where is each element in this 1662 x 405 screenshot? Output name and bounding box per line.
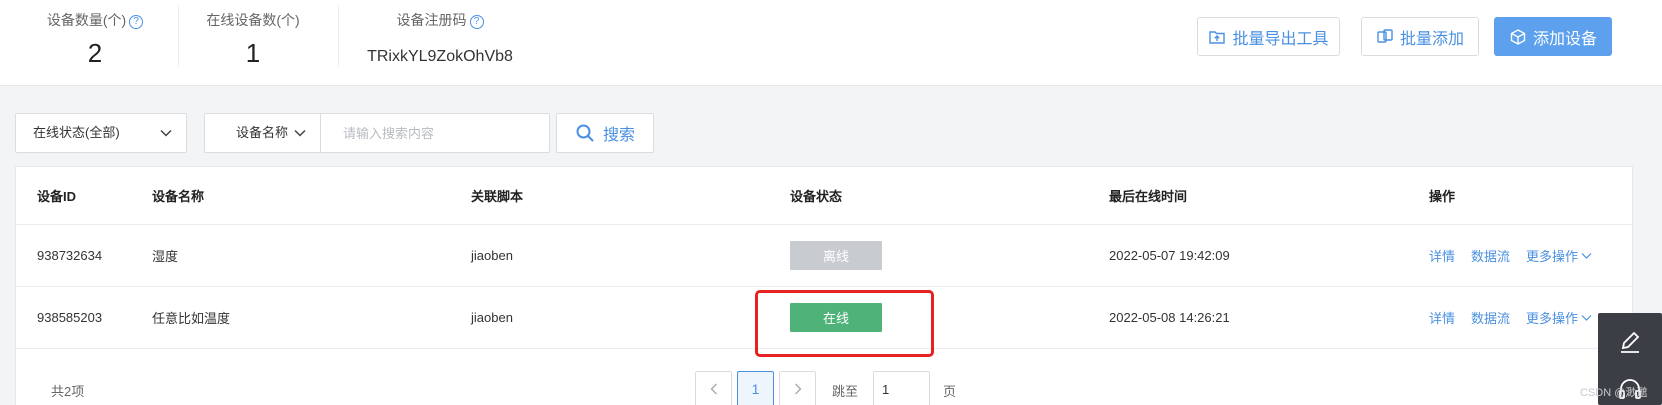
table-row: 938732634 湿度 jiaoben 离线 2022-05-07 19:42… [16, 225, 1632, 287]
chevron-down-icon [1581, 314, 1592, 321]
stat-device-count: 设备数量(个)? 2 [40, 0, 150, 86]
column-header-actions: 操作 [1429, 189, 1456, 204]
device-script: jiaoben [471, 310, 513, 325]
table-header: 设备ID 设备名称 关联脚本 设备状态 最后在线时间 操作 [16, 167, 1632, 225]
detail-link[interactable]: 详情 [1429, 246, 1455, 265]
more-actions-dropdown[interactable]: 更多操作 [1526, 308, 1592, 327]
help-icon[interactable]: ? [469, 15, 484, 29]
column-header-last-online: 最后在线时间 [1109, 189, 1188, 204]
data-stream-link[interactable]: 数据流 [1471, 308, 1510, 327]
device-name: 湿度 [152, 249, 179, 264]
batch-export-label: 批量导出工具 [1232, 30, 1329, 48]
column-header-id: 设备ID [37, 189, 77, 204]
search-input[interactable] [322, 114, 549, 152]
chevron-right-icon [794, 383, 801, 395]
divider [338, 6, 339, 66]
stat-reg-code: 设备注册码? TRixkYL9ZokOhVb8 [350, 0, 530, 86]
jump-page-input[interactable] [873, 371, 930, 405]
column-header-status: 设备状态 [790, 189, 843, 204]
divider [178, 6, 179, 66]
jump-label: 跳至 [832, 384, 859, 399]
device-count-label: 设备数量(个) [46, 12, 127, 28]
batch-add-button[interactable]: 批量添加 [1361, 17, 1479, 56]
more-actions-label: 更多操作 [1526, 311, 1579, 326]
online-count-value: 1 [245, 38, 261, 68]
page-suffix-label: 页 [943, 384, 957, 399]
search-group: 设备名称 [204, 113, 550, 153]
column-header-script: 关联脚本 [471, 189, 524, 204]
last-online-time: 2022-05-07 19:42:09 [1109, 248, 1230, 263]
watermark: CSDN @渺邈 [1580, 387, 1648, 399]
search-type-select[interactable]: 设备名称 [205, 114, 321, 152]
total-count: 共2项 [51, 384, 85, 399]
chevron-down-icon [1581, 252, 1592, 259]
status-badge: 在线 [790, 303, 882, 332]
chevron-down-icon [294, 129, 306, 137]
online-count-label: 在线设备数(个) [206, 12, 300, 28]
device-script: jiaoben [471, 248, 513, 263]
folder-upload-icon [1209, 30, 1226, 44]
status-badge: 离线 [790, 241, 882, 270]
add-device-button[interactable]: 添加设备 [1494, 17, 1612, 56]
table-row: 938585203 任意比如温度 jiaoben 在线 2022-05-08 1… [16, 287, 1632, 349]
last-online-time: 2022-05-08 14:26:21 [1109, 310, 1230, 325]
search-icon [576, 124, 594, 142]
chevron-down-icon [160, 129, 172, 137]
reg-code-value: TRixkYL9ZokOhVb8 [367, 48, 513, 65]
prev-page-button[interactable] [695, 371, 732, 405]
add-device-label: 添加设备 [1532, 30, 1597, 48]
row-actions: 详情 数据流 更多操作 [1429, 287, 1592, 348]
batch-add-label: 批量添加 [1399, 30, 1464, 48]
device-id: 938585203 [37, 310, 103, 325]
column-header-name: 设备名称 [152, 189, 205, 204]
batch-export-button[interactable]: 批量导出工具 [1197, 17, 1340, 56]
row-actions: 详情 数据流 更多操作 [1429, 225, 1592, 286]
more-actions-dropdown[interactable]: 更多操作 [1526, 246, 1592, 265]
stats-bar: 设备数量(个)? 2 在线设备数(个) 1 设备注册码? TRixkYL9Zok… [0, 0, 1662, 86]
edit-icon[interactable] [1616, 328, 1644, 356]
search-button[interactable]: 搜索 [556, 113, 654, 153]
search-type-value: 设备名称 [236, 125, 289, 140]
reg-code-label: 设备注册码 [396, 12, 467, 28]
help-icon[interactable]: ? [129, 15, 144, 29]
chevron-left-icon [710, 383, 717, 395]
stat-online-count: 在线设备数(个) 1 [198, 0, 308, 86]
search-button-label: 搜索 [602, 127, 635, 144]
page-button[interactable]: 1 [737, 371, 774, 405]
cube-icon [1510, 28, 1526, 45]
copy-icon [1377, 28, 1393, 43]
device-count-value: 2 [87, 38, 103, 68]
status-filter-select[interactable]: 在线状态(全部) [15, 113, 187, 153]
device-id: 938732634 [37, 248, 103, 263]
device-table: 设备ID 设备名称 关联脚本 设备状态 最后在线时间 操作 938732634 … [15, 166, 1633, 405]
data-stream-link[interactable]: 数据流 [1471, 246, 1510, 265]
next-page-button[interactable] [779, 371, 816, 405]
detail-link[interactable]: 详情 [1429, 308, 1455, 327]
status-filter-value: 在线状态(全部) [33, 125, 120, 140]
device-name: 任意比如温度 [152, 311, 231, 326]
more-actions-label: 更多操作 [1526, 249, 1579, 264]
